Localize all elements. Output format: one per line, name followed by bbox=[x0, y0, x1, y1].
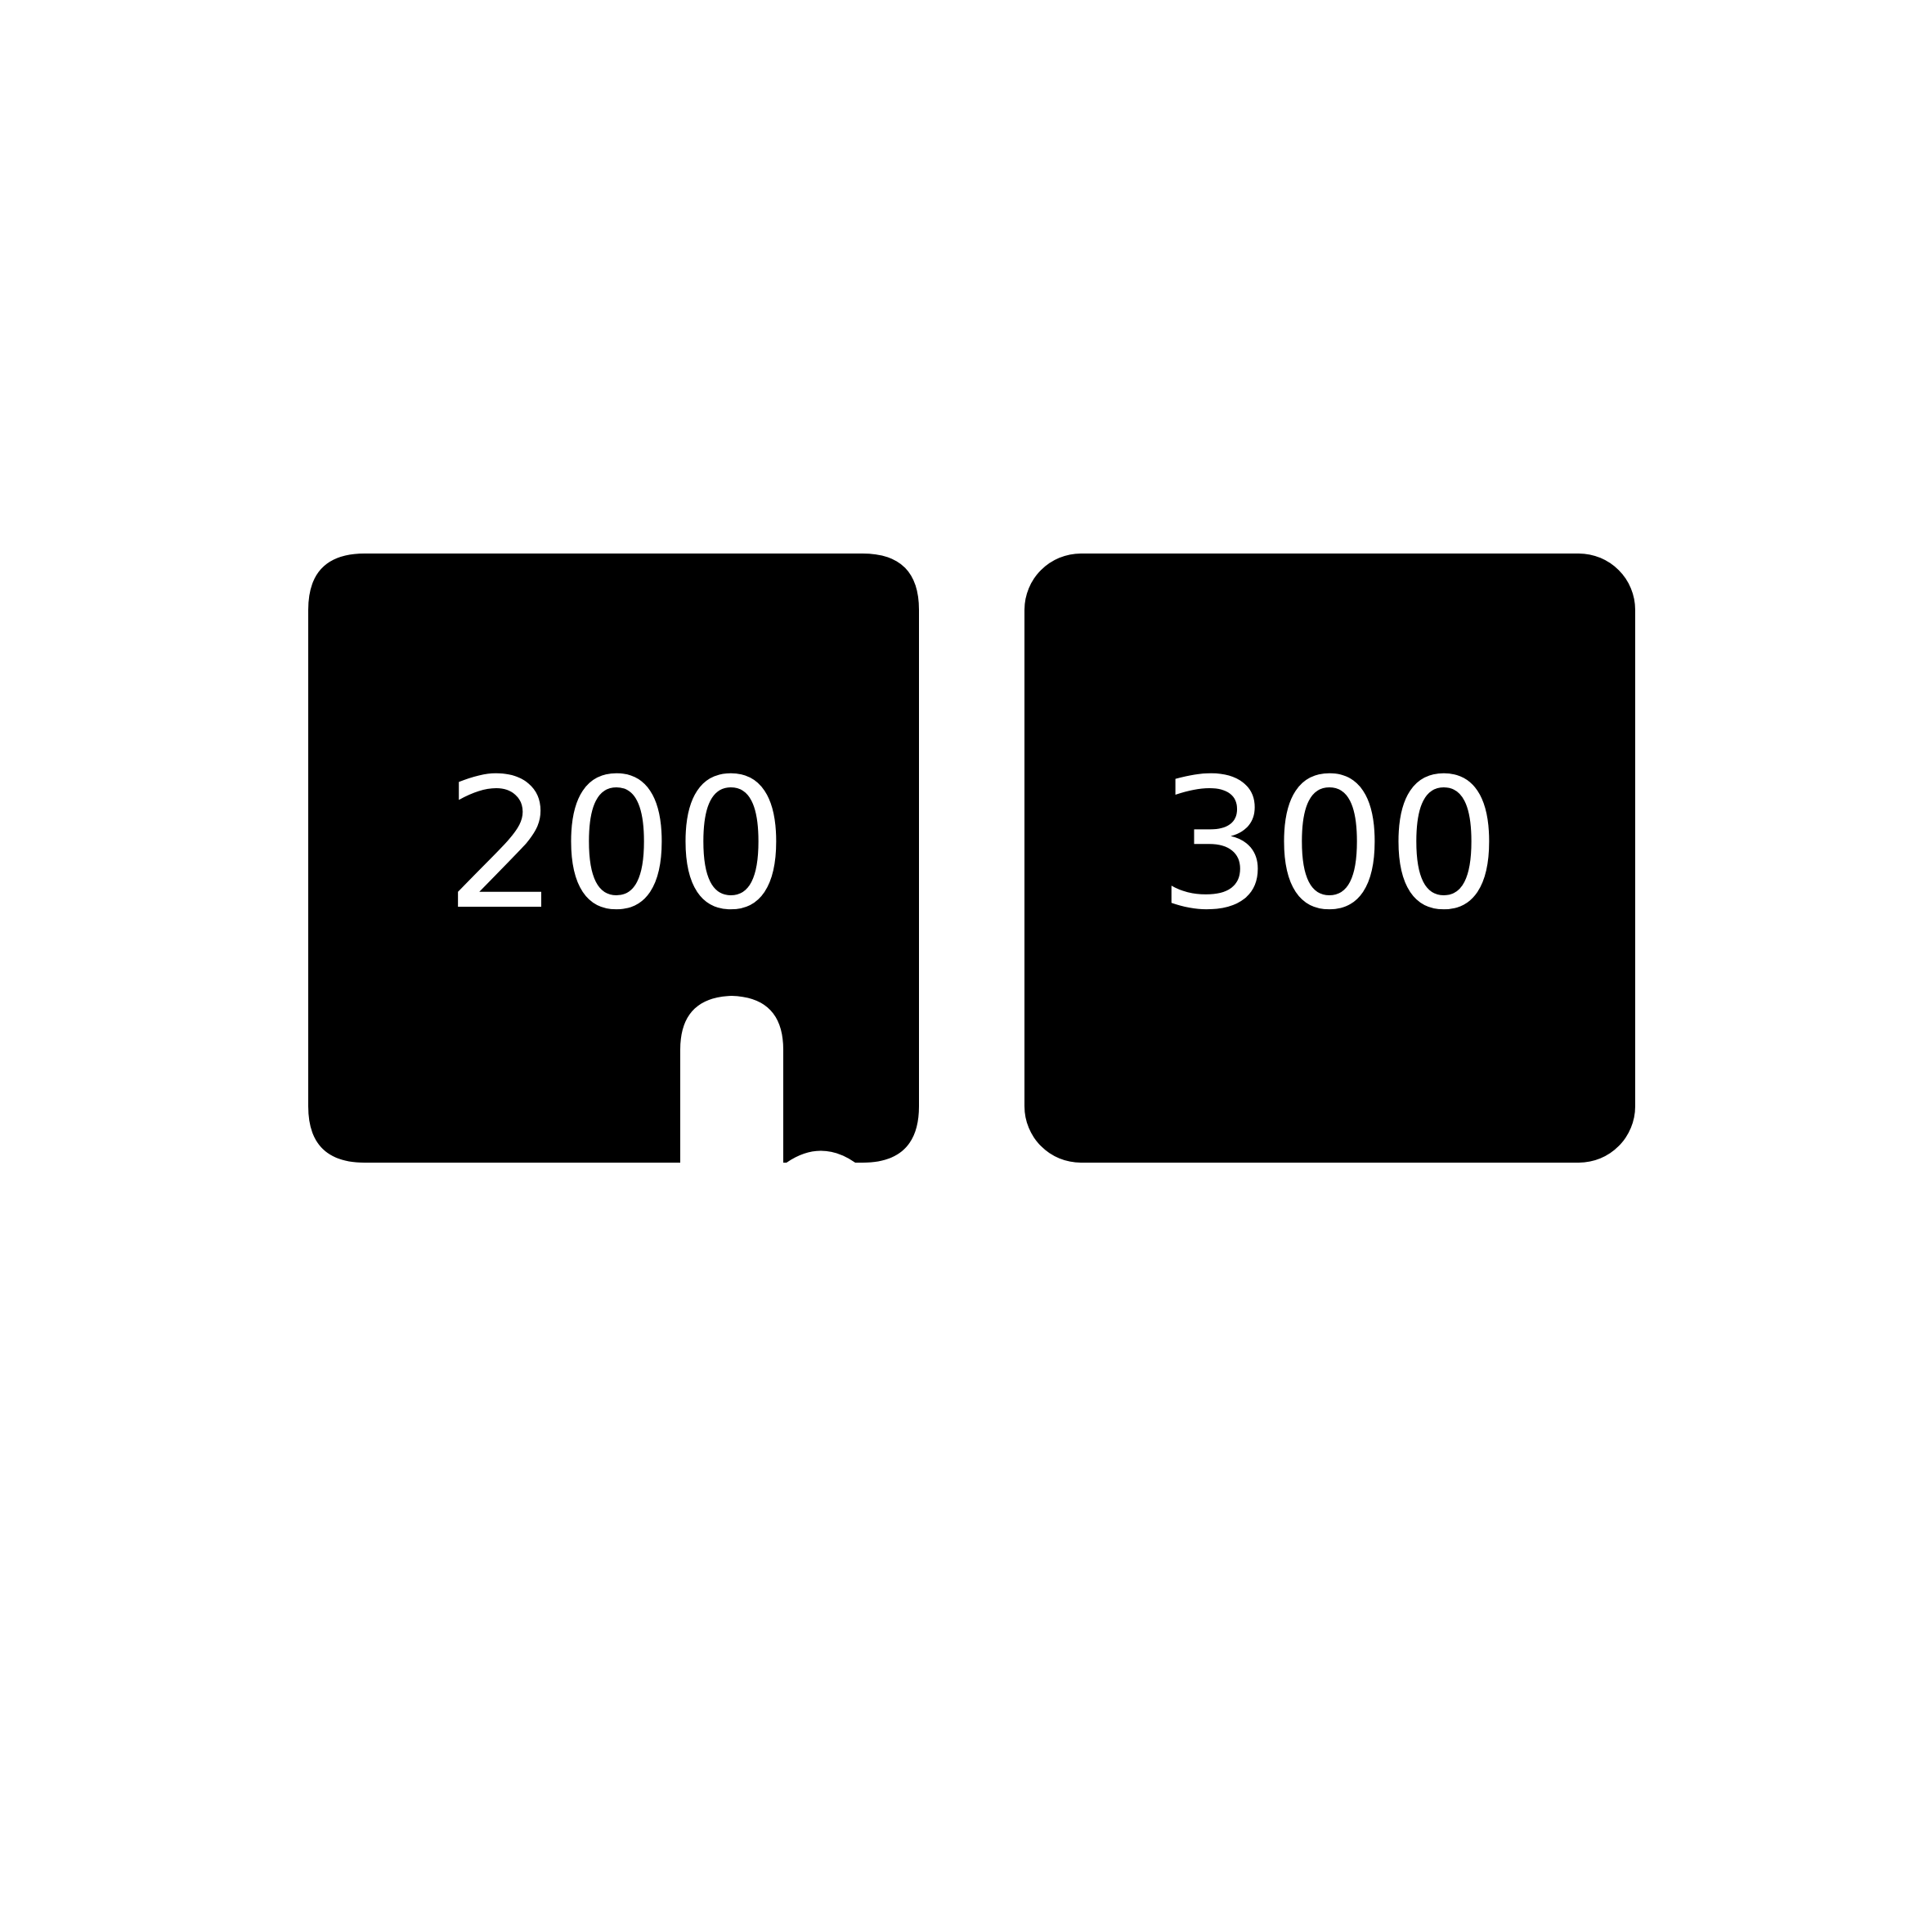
tile-300-label: 300 bbox=[1158, 740, 1501, 949]
tile-200[interactable]: 200 bbox=[308, 554, 919, 1163]
tile-300[interactable]: 300 bbox=[1024, 554, 1635, 1163]
canvas: 200 300 bbox=[308, 554, 1635, 1163]
tile-200-label: 200 bbox=[445, 740, 788, 949]
